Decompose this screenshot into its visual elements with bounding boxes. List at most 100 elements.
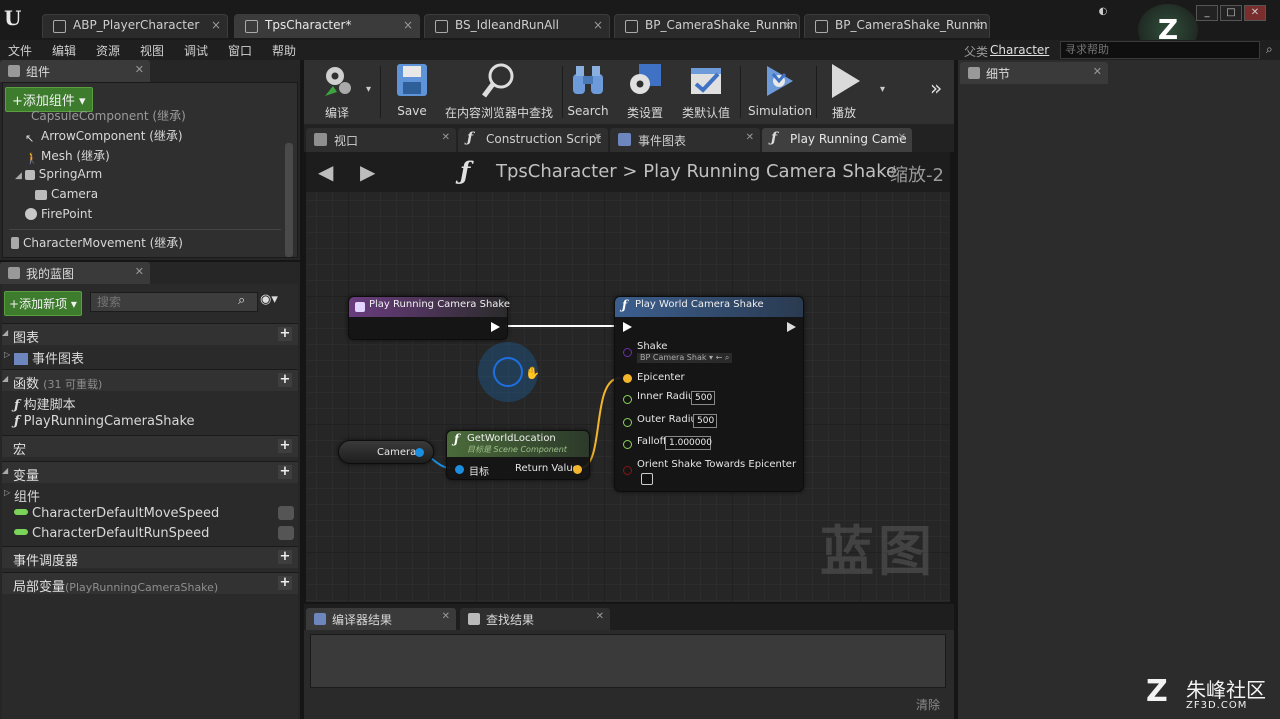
menu-asset[interactable]: 资源 <box>96 42 120 59</box>
menu-view[interactable]: 视图 <box>140 42 164 59</box>
save-button[interactable]: Save <box>390 62 434 118</box>
doc-tab-camerashake-2[interactable]: BP_CameraShake_Runnin × <box>804 14 990 38</box>
tab-viewport[interactable]: 视口 ✕ <box>306 128 456 152</box>
tab-find-results[interactable]: 查找结果 ✕ <box>460 608 610 630</box>
exec-out-pin[interactable] <box>787 322 796 332</box>
tree-item-arrow[interactable]: ↖ ArrowComponent (继承) <box>25 127 183 145</box>
list-item-event-graph[interactable]: ▷ 事件图表 <box>2 346 298 367</box>
blueprint-graph-canvas[interactable]: ◀ ▶ ƒ TpsCharacter > Play Running Camera… <box>306 152 950 602</box>
play-options-chevron-icon[interactable]: ▾ <box>880 84 885 95</box>
menu-window[interactable]: 窗口 <box>228 42 252 59</box>
close-icon[interactable]: ✕ <box>135 63 144 76</box>
menu-file[interactable]: 文件 <box>8 42 32 59</box>
close-icon[interactable]: ✕ <box>1093 65 1102 78</box>
menu-help[interactable]: 帮助 <box>272 42 296 59</box>
close-icon[interactable]: × <box>211 18 221 32</box>
exec-in-pin[interactable] <box>623 322 632 332</box>
toolbar-overflow-icon[interactable]: » <box>930 76 942 100</box>
find-in-content-browser-button[interactable]: 在内容浏览器中查找 <box>440 62 558 121</box>
tree-item-charactermovement[interactable]: CharacterMovement (继承) <box>11 234 183 251</box>
doc-tab-tpscharacter[interactable]: TpsCharacter* × <box>234 14 420 38</box>
play-button[interactable]: 播放 <box>822 62 866 121</box>
eye-visibility-icon[interactable] <box>278 506 294 520</box>
parent-class-link[interactable]: Character <box>990 43 1049 57</box>
node-get-world-location[interactable]: ƒ GetWorldLocation 目标是 Scene Component 目… <box>446 430 590 480</box>
list-item-construction-script[interactable]: ƒ 构建脚本 <box>2 392 298 413</box>
close-icon[interactable]: ✕ <box>135 265 144 278</box>
close-icon[interactable]: ✕ <box>442 132 450 143</box>
eye-icon[interactable]: ◉▾ <box>260 292 278 307</box>
class-pin[interactable] <box>623 348 632 357</box>
list-item-play-running[interactable]: ƒ PlayRunningCameraShake <box>2 412 298 432</box>
object-pin[interactable] <box>415 448 424 457</box>
details-panel-tab[interactable]: 细节 ✕ <box>960 62 1108 84</box>
doc-tab-abp-player[interactable]: ABP_PlayerCharacter × <box>42 14 228 38</box>
node-entry[interactable]: Play Running Camera Shake <box>348 296 510 340</box>
add-variable-plus-icon[interactable]: + <box>278 465 292 479</box>
maximize-button[interactable]: □ <box>1220 5 1242 21</box>
close-icon[interactable]: × <box>593 18 603 32</box>
expand-arrow-icon[interactable]: ▷ <box>4 350 10 359</box>
close-icon[interactable]: ✕ <box>596 611 604 622</box>
list-item-var-runspeed[interactable]: CharacterDefaultRunSpeed <box>2 524 298 544</box>
tab-play-running-camera-shake[interactable]: ƒ Play Running Came ✕ <box>762 128 912 152</box>
minimize-button[interactable]: _ <box>1196 5 1218 21</box>
search-button[interactable]: Search <box>566 62 610 118</box>
search-icon[interactable]: ⌕ <box>1266 42 1273 57</box>
add-graph-plus-icon[interactable]: + <box>278 327 292 341</box>
section-graphs[interactable]: ◢ 图表 + <box>2 323 298 346</box>
tree-item-springarm[interactable]: ◢ SpringArm <box>15 167 102 181</box>
close-icon[interactable]: ✕ <box>746 132 754 143</box>
add-dispatcher-plus-icon[interactable]: + <box>278 550 292 564</box>
clear-button[interactable]: 清除 <box>916 696 940 713</box>
doc-tab-bs-idle[interactable]: BS_IdleandRunAll × <box>424 14 610 38</box>
search-icon[interactable]: ⌕ <box>238 293 245 308</box>
orient-checkbox[interactable] <box>641 473 653 485</box>
float-pin[interactable] <box>623 418 632 427</box>
unreal-logo-icon[interactable]: U <box>4 6 24 30</box>
object-pin[interactable] <box>455 465 464 474</box>
add-function-plus-icon[interactable]: + <box>278 373 292 387</box>
float-pin[interactable] <box>623 440 632 449</box>
close-icon[interactable]: ✕ <box>594 132 602 143</box>
doc-tab-camerashake-1[interactable]: BP_CameraShake_Runnin × <box>614 14 800 38</box>
vector-pin[interactable] <box>573 465 582 474</box>
compile-options-chevron-icon[interactable]: ▾ <box>366 84 371 95</box>
tree-item-firepoint[interactable]: FirePoint <box>25 207 92 221</box>
add-local-variable-plus-icon[interactable]: + <box>278 576 292 590</box>
tree-item-capsule[interactable]: CapsuleComponent (继承) <box>31 107 186 124</box>
section-variables[interactable]: ◢ 变量 + <box>2 461 298 484</box>
vector-pin[interactable] <box>623 374 632 383</box>
scrollbar[interactable] <box>285 143 293 257</box>
close-icon[interactable]: ✕ <box>442 611 450 622</box>
tab-compiler-results[interactable]: 编译器结果 ✕ <box>306 608 456 630</box>
close-window-button[interactable]: ✕ <box>1244 5 1266 21</box>
expand-arrow-icon[interactable]: ▷ <box>4 488 10 497</box>
tab-construction-script[interactable]: ƒ Construction Script ✕ <box>458 128 608 152</box>
bool-pin[interactable] <box>623 466 632 475</box>
section-macros[interactable]: 宏 + <box>2 435 298 458</box>
outer-radius-input[interactable]: 500 <box>693 414 717 428</box>
menu-edit[interactable]: 编辑 <box>52 42 76 59</box>
my-blueprint-panel-tab[interactable]: 我的蓝图 ✕ <box>0 262 150 284</box>
node-play-world-camera-shake[interactable]: ƒ Play World Camera Shake Shake BP Camer… <box>614 296 804 492</box>
menu-debug[interactable]: 调试 <box>184 42 208 59</box>
list-item-var-movespeed[interactable]: CharacterDefaultMoveSpeed <box>2 504 298 524</box>
close-icon[interactable]: × <box>973 18 983 32</box>
class-defaults-button[interactable]: 类默认值 <box>678 62 734 121</box>
add-macro-plus-icon[interactable]: + <box>278 439 292 453</box>
close-icon[interactable]: × <box>783 18 793 32</box>
shake-class-dropdown[interactable]: BP Camera Shak ▾ ← ⌕ <box>637 353 733 363</box>
float-pin[interactable] <box>623 395 632 404</box>
close-icon[interactable]: × <box>403 18 413 32</box>
inner-radius-input[interactable]: 500 <box>691 391 715 405</box>
list-item-components[interactable]: ▷ 组件 <box>2 484 298 505</box>
tab-event-graph[interactable]: 事件图表 ✕ <box>610 128 760 152</box>
source-control-icon[interactable]: ◐ <box>1092 5 1114 21</box>
add-new-button[interactable]: +添加新项 ▾ <box>4 291 82 316</box>
section-event-dispatchers[interactable]: 事件调度器 + <box>2 546 298 569</box>
eye-visibility-icon[interactable] <box>278 526 294 540</box>
collapse-arrow-icon[interactable]: ◢ <box>2 466 8 475</box>
section-local-variables[interactable]: 局部变量(PlayRunningCameraShake) + <box>2 572 298 595</box>
section-functions[interactable]: ◢ 函数 (31 可重载) + <box>2 369 298 392</box>
